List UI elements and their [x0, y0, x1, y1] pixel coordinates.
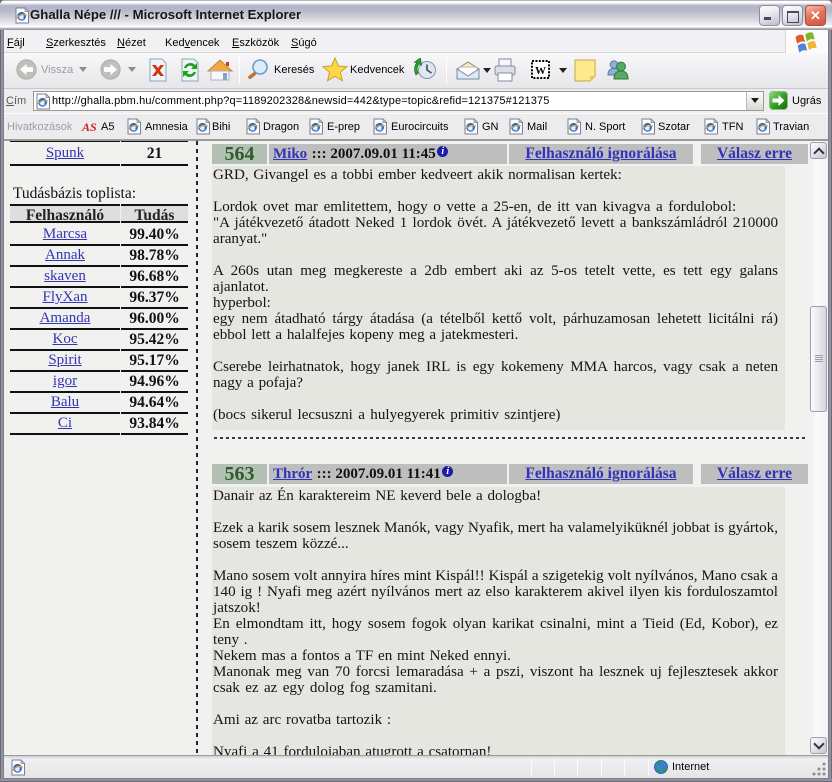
svg-text:W: W: [535, 65, 546, 77]
